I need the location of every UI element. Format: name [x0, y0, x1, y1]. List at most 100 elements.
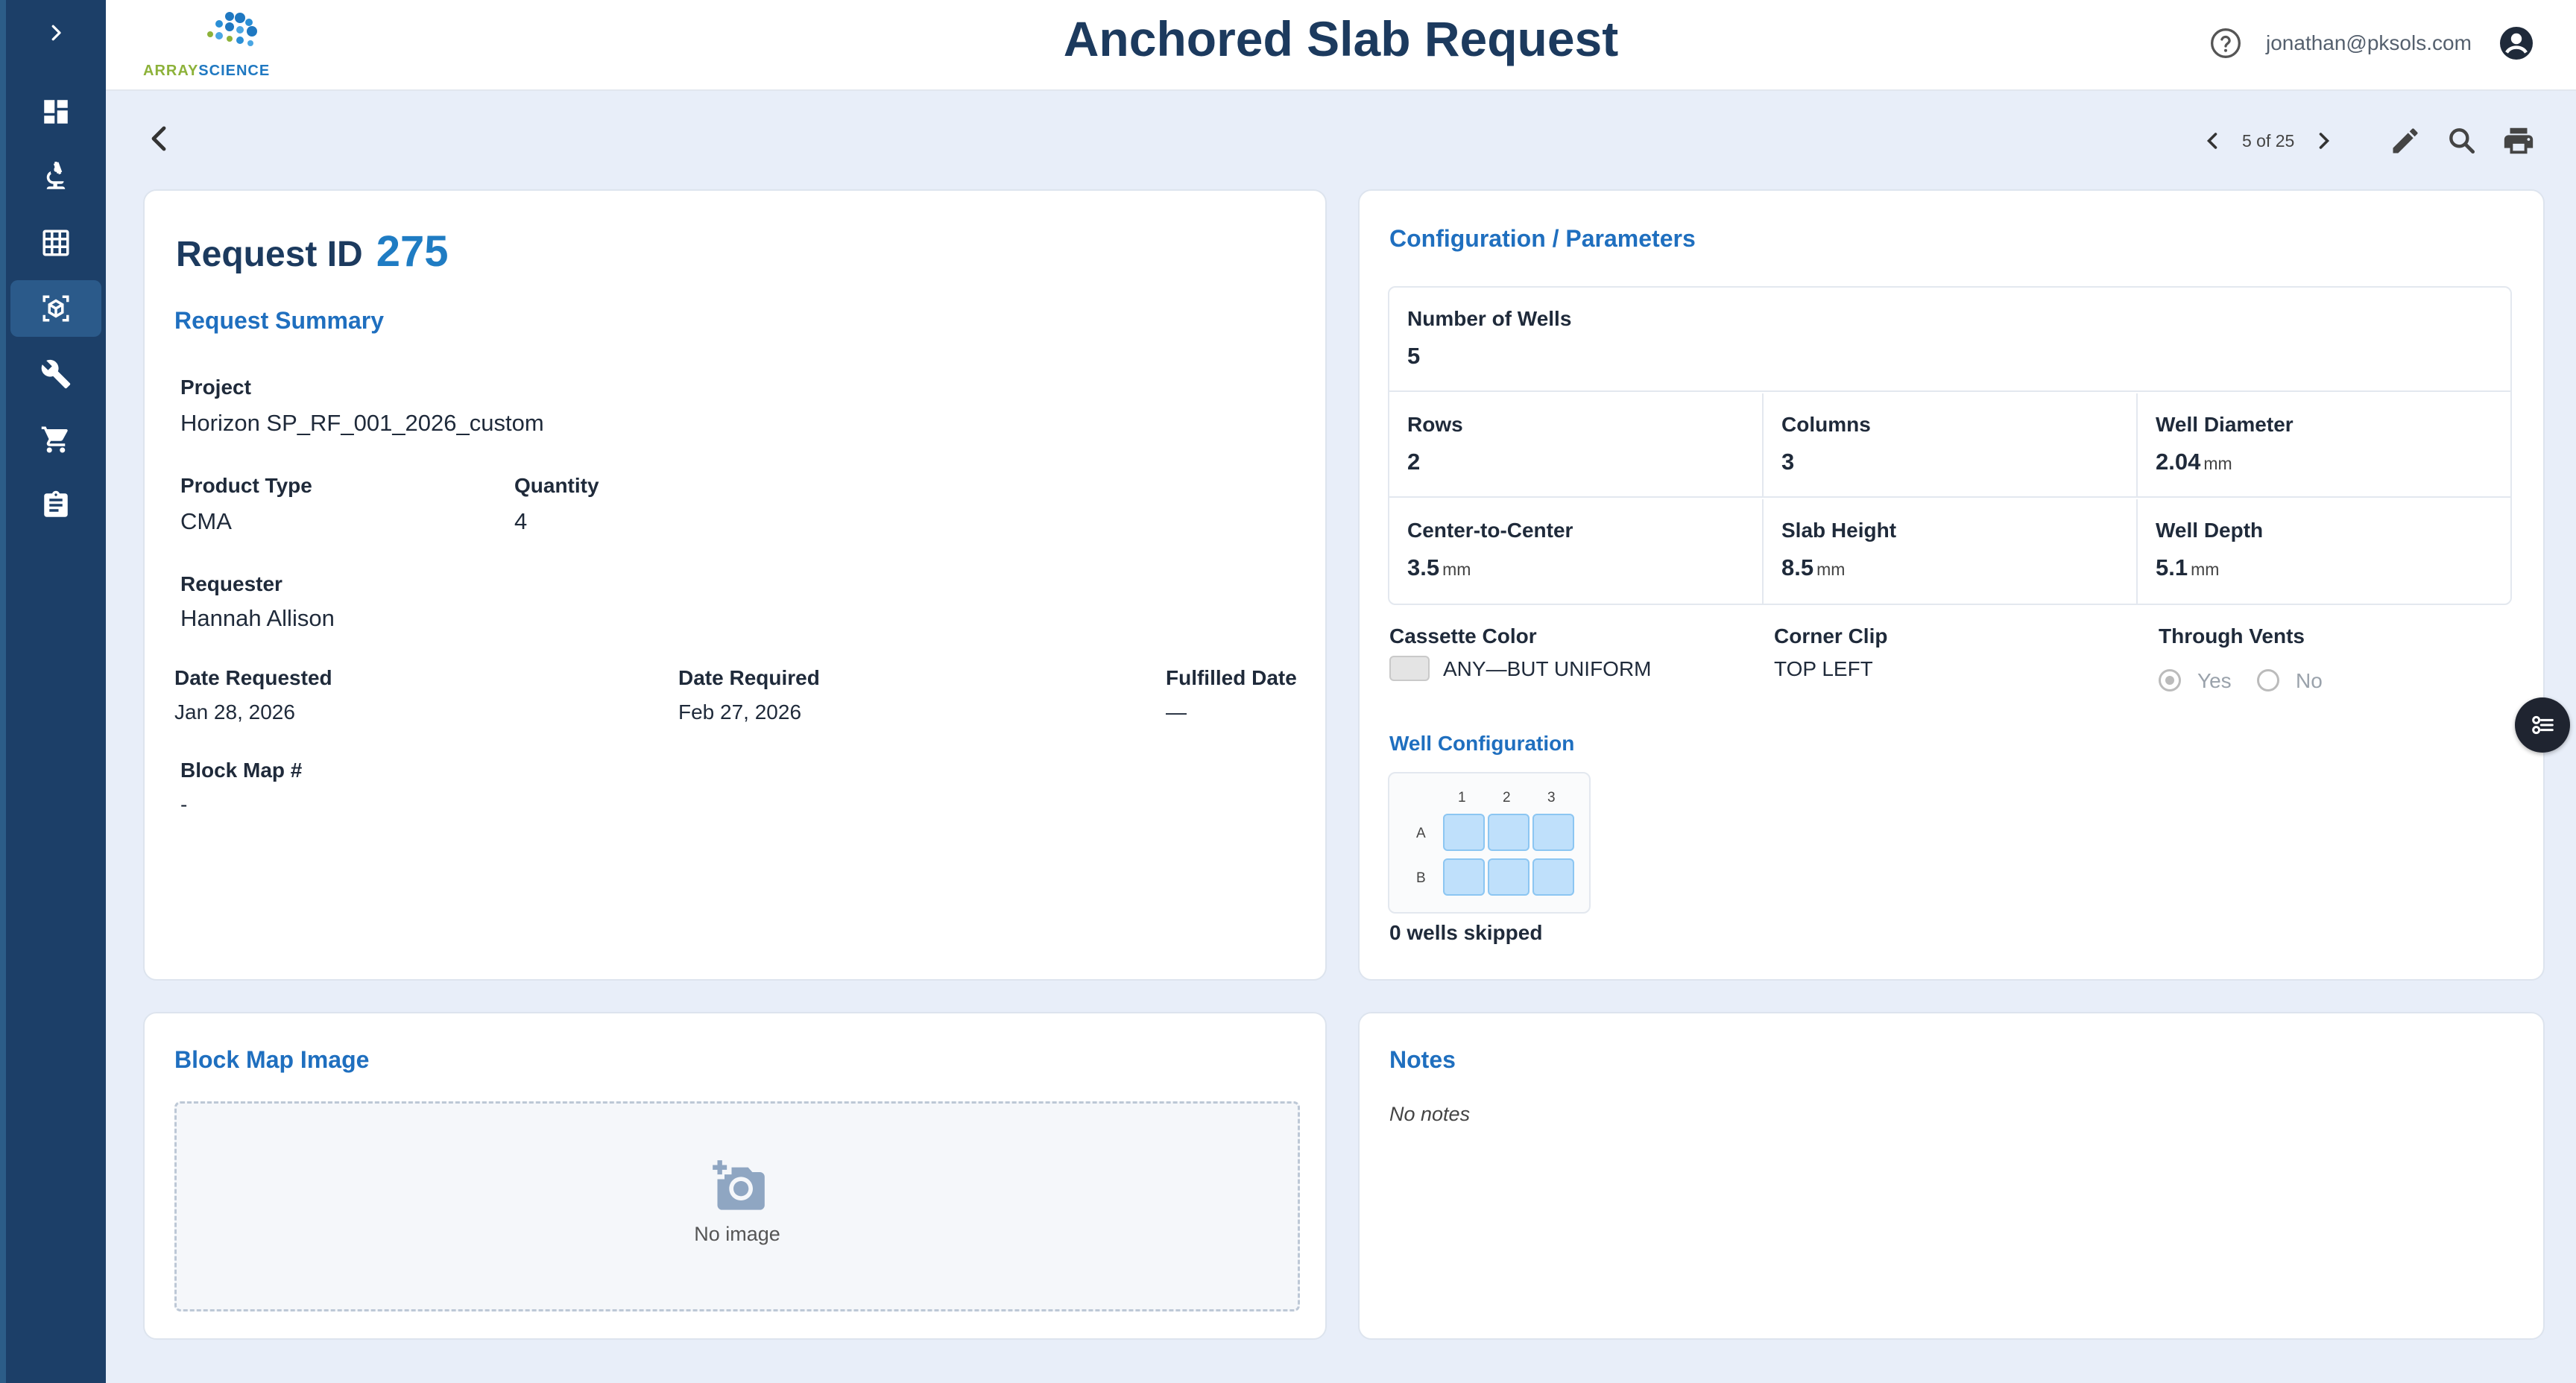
unit-mm: mm: [2203, 454, 2232, 473]
cassette-color-value: ANY—BUT UNIFORM: [1443, 657, 1652, 680]
account-icon[interactable]: [2498, 25, 2534, 61]
unit-mm: mm: [1816, 560, 1846, 579]
edit-button[interactable]: [2385, 121, 2425, 161]
center-to-center-cell: Center-to-Center 3.5 mm: [1389, 499, 1764, 604]
well-diameter-number: 2.04: [2156, 449, 2201, 475]
pencil-icon: [2393, 128, 2418, 154]
vents-yes-label: Yes: [2197, 669, 2232, 692]
grid-col-label: 3: [1547, 790, 1556, 806]
top-header: ARRAYSCIENCE Anchored Slab Request jonat…: [106, 0, 2576, 91]
back-arrow-icon[interactable]: [142, 121, 177, 156]
print-button[interactable]: [2498, 121, 2539, 161]
columns-value: 3: [1781, 449, 1795, 475]
well-a3[interactable]: [1532, 814, 1574, 851]
vents-no-radio[interactable]: [2257, 669, 2279, 692]
window-edge: [0, 0, 6, 1383]
slab-height-value: 8.5 mm: [1781, 554, 1845, 581]
well-b2[interactable]: [1488, 858, 1530, 896]
clipboard-icon: [44, 490, 68, 517]
notes-title: Notes: [1389, 1046, 1456, 1073]
well-depth-cell: Well Depth 5.1 mm: [2138, 499, 2510, 604]
filter-list-icon: [2532, 715, 2554, 735]
block-map-value: -: [180, 793, 188, 816]
well-configuration-title: Well Configuration: [1389, 732, 1575, 755]
user-email: jonathan@pksols.com: [2266, 31, 2472, 54]
wrench-icon: [41, 359, 71, 389]
well-diameter-value: 2.04 mm: [2156, 449, 2232, 475]
no-notes-text: No notes: [1389, 1103, 1471, 1125]
block-map-image-title: Block Map Image: [174, 1046, 370, 1073]
project-label: Project: [180, 376, 251, 399]
center-to-center-value: 3.5 mm: [1407, 554, 1471, 581]
chevron-right-icon: [51, 25, 61, 41]
side-panel-button[interactable]: [2515, 697, 2570, 753]
sidebar-item-lab[interactable]: [10, 149, 101, 206]
rows-cell: Rows 2: [1389, 393, 1764, 498]
cassette-color-swatch: [1389, 656, 1430, 681]
grid-col-label: 2: [1503, 790, 1511, 806]
vents-yes-radio[interactable]: [2159, 669, 2181, 692]
search-icon: [2449, 128, 2475, 154]
request-id-value: 275: [376, 227, 449, 276]
next-record-icon[interactable]: [2311, 127, 2337, 154]
request-id-heading: Request ID 275: [176, 227, 449, 276]
block-map-image-card: Block Map Image No image: [143, 1012, 1327, 1340]
request-summary-title: Request Summary: [174, 307, 384, 334]
fulfilled-date-value: —: [1166, 700, 1187, 724]
project-value: Horizon SP_RF_001_2026_custom: [180, 410, 544, 436]
sidebar-item-dashboard[interactable]: [10, 83, 101, 140]
grid-row-label: A: [1416, 826, 1426, 841]
image-dropzone[interactable]: No image: [174, 1101, 1300, 1311]
number-of-wells-cell: Number of Wells 5: [1389, 288, 2510, 392]
previous-record-icon[interactable]: [2199, 127, 2226, 154]
no-image-text: No image: [694, 1223, 780, 1245]
cassette-color-label: Cassette Color: [1389, 624, 1537, 648]
microscope-icon: [46, 162, 66, 189]
product-type-value: CMA: [180, 508, 232, 534]
grid-icon: [42, 230, 69, 256]
date-requested-value: Jan 28, 2026: [174, 700, 295, 724]
wells-skipped-text: 0 wells skipped: [1389, 921, 1543, 944]
corner-clip-value: TOP LEFT: [1774, 657, 1873, 680]
sidebar-item-tools[interactable]: [10, 346, 101, 402]
center-to-center-number: 3.5: [1407, 554, 1440, 580]
slab-height-number: 8.5: [1781, 554, 1814, 580]
slab-height-label: Slab Height: [1781, 519, 1897, 542]
well-depth-label: Well Depth: [2156, 519, 2264, 542]
well-a1[interactable]: [1443, 814, 1485, 851]
unit-mm: mm: [2191, 560, 2220, 579]
well-a2[interactable]: [1488, 814, 1530, 851]
well-diameter-cell: Well Diameter 2.04 mm: [2138, 393, 2510, 498]
quantity-value: 4: [514, 508, 528, 534]
cube-scan-icon: [42, 295, 69, 322]
unit-mm: mm: [1442, 560, 1471, 579]
sidebar-item-slabs[interactable]: [10, 280, 101, 337]
date-requested-label: Date Requested: [174, 666, 332, 689]
search-button[interactable]: [2442, 121, 2482, 161]
columns-cell: Columns 3: [1764, 393, 2138, 498]
sidebar: [6, 0, 106, 1383]
slab-height-cell: Slab Height 8.5 mm: [1764, 499, 2138, 604]
printer-icon: [2504, 127, 2534, 154]
sidebar-item-requests[interactable]: [10, 477, 101, 534]
request-id-label: Request ID: [176, 235, 363, 274]
notes-card: Notes No notes: [1358, 1012, 2545, 1340]
date-required-value: Feb 27, 2026: [678, 700, 802, 724]
well-depth-number: 5.1: [2156, 554, 2188, 580]
grid-row-label: B: [1416, 870, 1426, 886]
sidebar-expand-button[interactable]: [6, 13, 106, 52]
columns-label: Columns: [1781, 413, 1871, 436]
sidebar-item-grid[interactable]: [10, 215, 101, 271]
parameters-table: Number of Wells 5 Rows 2 Columns 3 Well …: [1388, 286, 2512, 605]
rows-value: 2: [1407, 449, 1421, 475]
dashboard-icon: [44, 100, 68, 124]
well-b3[interactable]: [1532, 858, 1574, 896]
number-of-wells-value: 5: [1407, 343, 1421, 369]
well-b1[interactable]: [1443, 858, 1485, 896]
well-diameter-label: Well Diameter: [2156, 413, 2294, 436]
well-depth-value: 5.1 mm: [2156, 554, 2219, 581]
sidebar-item-orders[interactable]: [10, 411, 101, 468]
corner-clip-label: Corner Clip: [1774, 624, 1888, 648]
page-title: Anchored Slab Request: [1063, 11, 1619, 66]
help-icon[interactable]: [2209, 27, 2242, 60]
